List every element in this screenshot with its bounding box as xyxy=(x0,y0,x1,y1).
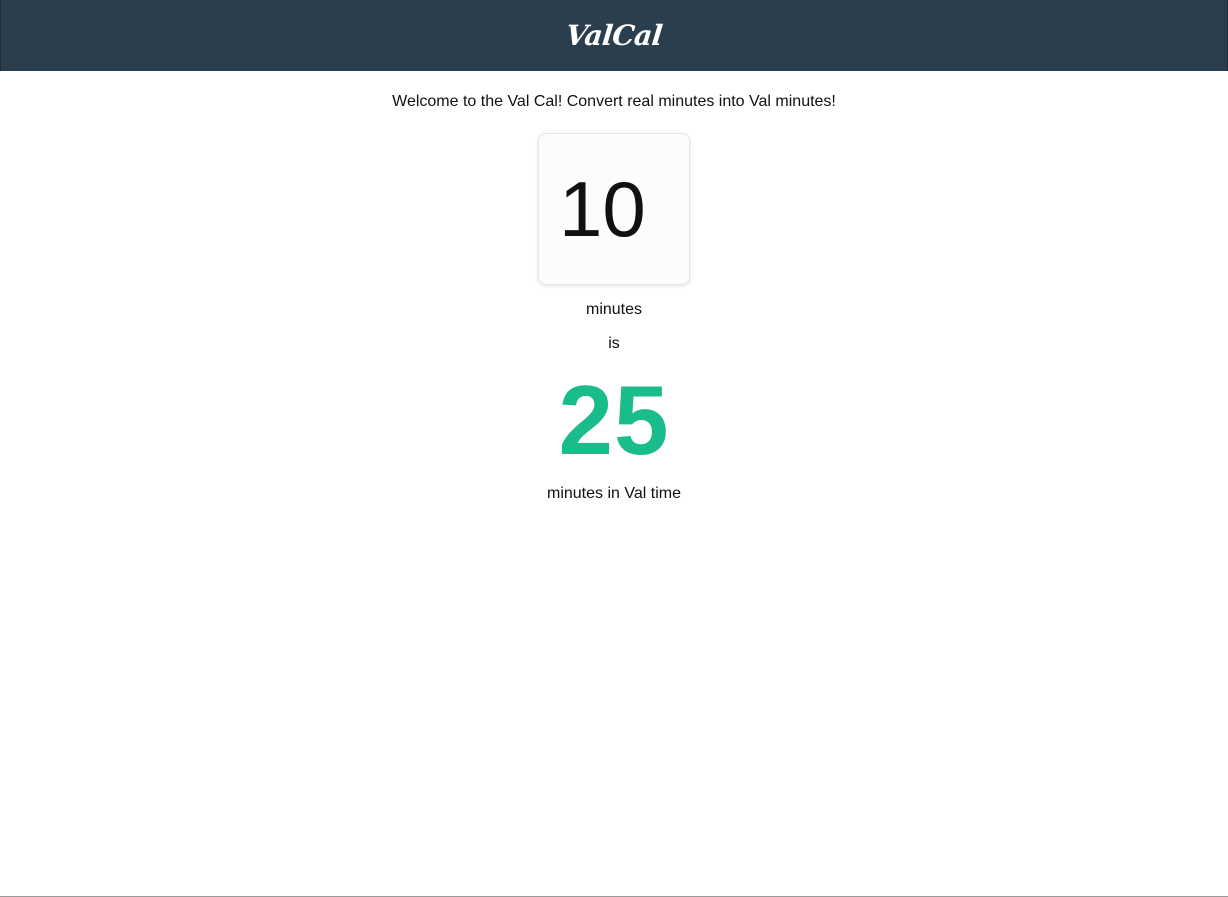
result-unit-label: minutes in Val time xyxy=(547,485,681,502)
real-minutes-input[interactable] xyxy=(539,159,689,259)
minutes-input-card[interactable] xyxy=(538,133,690,285)
connector-label: is xyxy=(608,335,620,352)
input-unit-label: minutes xyxy=(585,301,643,318)
converter-main: Welcome to the Val Cal! Convert real min… xyxy=(0,71,1228,504)
val-minutes-result: 25 xyxy=(558,365,670,475)
app-page: ValCal Welcome to the Val Cal! Convert r… xyxy=(0,0,1228,897)
welcome-message: Welcome to the Val Cal! Convert real min… xyxy=(392,93,836,110)
valcal-logo[interactable]: ValCal xyxy=(564,19,663,52)
app-header: ValCal xyxy=(0,0,1228,71)
